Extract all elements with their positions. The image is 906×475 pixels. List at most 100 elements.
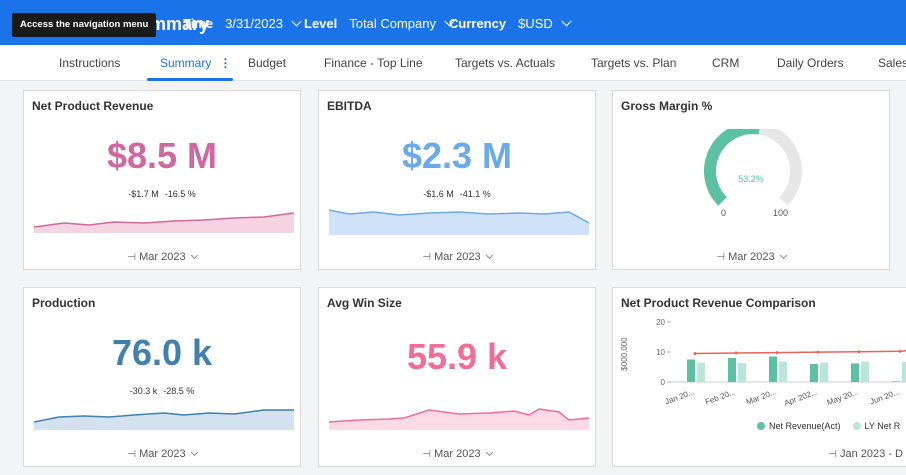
gauge-max: 100 xyxy=(773,208,789,218)
tab-summary[interactable]: Summary ⋮ xyxy=(160,56,231,70)
y-tick-label: 10 xyxy=(656,348,665,357)
currency-filter[interactable]: Currency $USD xyxy=(449,16,572,31)
x-tick-label: Feb 20... xyxy=(704,387,737,406)
chevron-down-icon xyxy=(485,448,493,457)
period-label: Mar 2023 xyxy=(434,448,481,460)
gross-margin-card: Gross Margin % 53.2% 0 100 ⊣ Mar 2023 xyxy=(612,90,890,270)
bar-ly-net-revenue xyxy=(861,361,869,382)
kpi-delta: -$1.7 M -16.5 % xyxy=(24,189,300,199)
tab-targets-vs-actuals[interactable]: Targets vs. Actuals xyxy=(455,56,555,70)
chevron-down-icon xyxy=(190,448,198,457)
net-product-revenue-card: Net Product Revenue $8.5 M -$1.7 M -16.5 … xyxy=(23,90,301,270)
target-point xyxy=(693,352,697,355)
level-filter-label: Level xyxy=(304,16,338,31)
target-point xyxy=(816,350,820,354)
legend-item-ly-net-revenue[interactable]: LY Net R xyxy=(852,421,901,431)
legend-label: LY Net R xyxy=(864,421,901,431)
period-selector[interactable]: ⊣ Mar 2023 xyxy=(319,251,595,263)
revenue-comparison-chart: $000,000 20 10 0Jan 20... Feb 20... Mar 20...… xyxy=(620,318,906,408)
chevron-down-icon xyxy=(561,16,572,26)
tab-daily-orders[interactable]: Daily Orders xyxy=(777,56,844,70)
ebitda-card: EBITDA $2.3 M -$1.6 M -41.1 % ⊣ Mar 2023 xyxy=(318,90,596,270)
currency-filter-value: $USD xyxy=(518,16,553,31)
period-selector[interactable]: ⊣ Mar 2023 xyxy=(319,448,595,460)
time-filter-value: 3/31/2023 xyxy=(225,16,283,31)
period-selector[interactable]: ⊣ Mar 2023 xyxy=(613,251,889,263)
target-point xyxy=(734,351,738,355)
tab-finance-top-line[interactable]: Finance - Top Line xyxy=(324,56,423,70)
top-bar: Company Summary Access the navigation me… xyxy=(0,0,906,45)
chevron-down-icon xyxy=(779,251,787,260)
tab-crm[interactable]: CRM xyxy=(712,56,739,70)
target-line xyxy=(694,350,906,355)
delta-percent: -16.5 % xyxy=(164,189,196,199)
bar-ly-net-revenue xyxy=(902,361,906,382)
x-tick-label: May 20... xyxy=(826,387,860,407)
target-point xyxy=(857,350,861,354)
pin-icon: ⊣ xyxy=(422,449,432,460)
time-filter-label: Time xyxy=(183,16,214,31)
level-filter-value: Total Company xyxy=(349,16,436,31)
delta-absolute: -$1.7 M xyxy=(128,189,159,199)
period-selector[interactable]: ⊣ Jan 2023 - D xyxy=(613,448,906,460)
delta-percent: -41.1 % xyxy=(459,189,491,199)
card-title: Production xyxy=(32,296,96,310)
kpi-value: $2.3 M xyxy=(401,135,513,176)
navigation-menu-tooltip: Access the navigation menu xyxy=(12,13,157,37)
bar-ly-net-revenue xyxy=(820,362,828,382)
x-tick-label: Jun 20... xyxy=(869,387,901,406)
level-filter[interactable]: Level Total Company xyxy=(304,16,455,31)
bar-ly-net-revenue xyxy=(779,361,787,382)
bar-net-revenue xyxy=(892,381,900,382)
bar-ly-net-revenue xyxy=(738,363,746,382)
pin-icon: ⊣ xyxy=(127,449,137,460)
tab-summary-label: Summary xyxy=(160,56,212,70)
gauge-fill xyxy=(704,129,760,206)
y-axis-label: $000,000 xyxy=(620,337,629,371)
legend-item-net-revenue[interactable]: Net Revenue(Act) xyxy=(757,421,841,431)
kpi-value: $8.5 M xyxy=(106,135,218,176)
bar-net-revenue xyxy=(769,356,777,382)
currency-filter-label: Currency xyxy=(449,16,507,31)
card-title: Net Product Revenue xyxy=(32,99,154,113)
production-card: Production 76.0 k -30.3 k -28.5 % ⊣ Mar 20… xyxy=(23,287,301,467)
gauge-value: 53.2% xyxy=(738,174,764,184)
period-label: Mar 2023 xyxy=(434,251,481,263)
tab-budget[interactable]: Budget xyxy=(248,56,286,70)
chevron-down-icon xyxy=(485,251,493,260)
legend-label: Net Revenue(Act) xyxy=(769,421,841,431)
gauge xyxy=(704,129,802,206)
x-tick-label: Mar 20... xyxy=(745,387,778,406)
gauge-min: 0 xyxy=(721,208,727,218)
y-tick-label: 20 xyxy=(656,318,665,327)
tab-targets-vs-plan[interactable]: Targets vs. Plan xyxy=(591,56,676,70)
sparkline xyxy=(329,209,590,235)
x-tick-label: Apr 202... xyxy=(783,387,819,407)
pin-icon: ⊣ xyxy=(716,252,726,263)
tab-bar: Instructions Summary ⋮ Budget Finance - T… xyxy=(0,45,906,81)
sparkline xyxy=(34,212,295,233)
time-filter[interactable]: Time 3/31/2023 xyxy=(183,16,302,31)
period-label: Mar 2023 xyxy=(728,251,775,263)
card-title: Gross Margin % xyxy=(621,99,713,113)
bar-ly-net-revenue xyxy=(697,362,705,382)
card-title: EBITDA xyxy=(327,99,372,113)
chart-legend: Net Revenue(Act) LY Net R xyxy=(757,421,900,431)
kpi-value: 55.9 k xyxy=(406,336,508,377)
period-label: Jan 2023 - D xyxy=(840,448,903,460)
tab-sales[interactable]: Sales xyxy=(878,56,906,70)
period-label: Mar 2023 xyxy=(139,448,186,460)
delta-absolute: -$1.6 M xyxy=(423,189,454,199)
y-tick-label: 0 xyxy=(661,378,666,387)
period-selector[interactable]: ⊣ Mar 2023 xyxy=(24,251,300,263)
card-title: Avg Win Size xyxy=(327,296,402,310)
revenue-comparison-card: Net Product Revenue Comparison $000,000 2… xyxy=(612,287,906,467)
pin-icon: ⊣ xyxy=(127,252,137,263)
period-selector[interactable]: ⊣ Mar 2023 xyxy=(24,448,300,460)
chevron-down-icon xyxy=(291,16,302,26)
more-options-icon[interactable]: ⋮ xyxy=(219,56,231,70)
sparkline xyxy=(329,408,590,430)
bar-net-revenue xyxy=(851,363,859,382)
legend-swatch xyxy=(852,422,861,430)
tab-instructions[interactable]: Instructions xyxy=(59,56,120,70)
